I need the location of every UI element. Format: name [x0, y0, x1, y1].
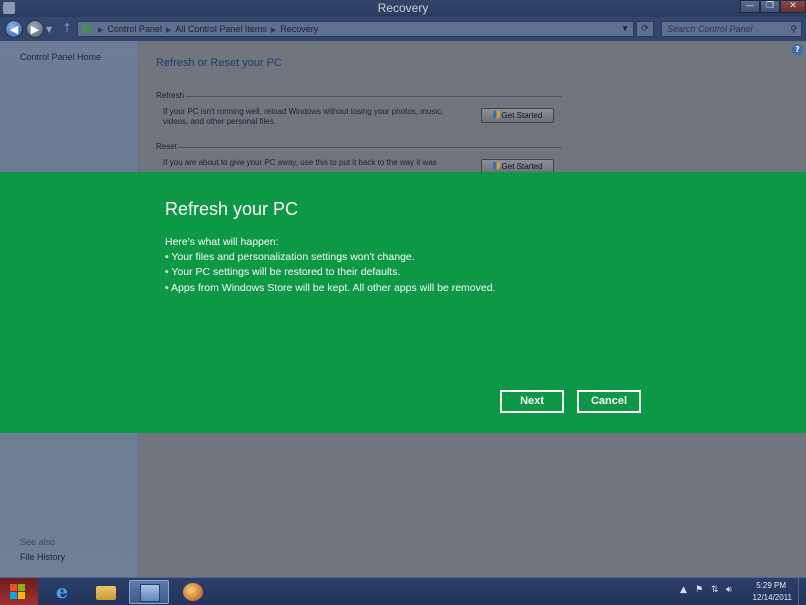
- taskbar-control-panel[interactable]: [129, 580, 169, 604]
- cancel-button[interactable]: Cancel: [577, 390, 641, 413]
- window-title: Recovery: [377, 1, 429, 15]
- action-center-flag-icon[interactable]: ⚑: [695, 585, 703, 595]
- taskbar-paint[interactable]: [173, 580, 213, 604]
- close-button[interactable]: ✕: [780, 0, 806, 13]
- search-icon[interactable]: ⚲: [790, 22, 797, 36]
- windows-logo-icon: [10, 584, 27, 600]
- breadcrumb-recovery[interactable]: Recovery: [280, 24, 318, 34]
- file-history-link[interactable]: File History: [20, 552, 65, 562]
- chevron-right-icon: ▶: [98, 27, 104, 34]
- dialog-bullet: • Your files and personalization setting…: [165, 251, 415, 263]
- breadcrumb-control-panel[interactable]: Control Panel: [107, 24, 162, 34]
- taskbar: e ▲ ⚑ ⇅ 🔊︎ 5:29 PM 12/14/2011: [0, 577, 806, 605]
- refresh-description: If your PC isn't running well, reload Wi…: [163, 107, 444, 126]
- window-controls: — ❐ ✕: [740, 0, 806, 13]
- dialog-title: Refresh your PC: [165, 199, 299, 219]
- chevron-right-icon: ▶: [165, 27, 172, 34]
- paint-icon: [183, 583, 203, 601]
- refresh-get-started-button[interactable]: Get Started: [481, 108, 554, 123]
- shield-icon: [492, 162, 500, 170]
- breadcrumb-all-items[interactable]: All Control Panel Items: [175, 24, 267, 34]
- arrow-left-icon: ◀: [9, 23, 19, 36]
- control-panel-icon: [82, 24, 91, 33]
- volume-icon[interactable]: 🔊︎: [726, 585, 732, 595]
- refresh-button[interactable]: ⟳: [636, 21, 654, 37]
- search-placeholder: Search Control Panel: [667, 24, 753, 34]
- system-tray: ▲ ⚑ ⇅ 🔊︎ 5:29 PM 12/14/2011: [676, 578, 806, 605]
- show-hidden-icons-icon[interactable]: ▲: [680, 585, 687, 595]
- dialog-intro: Here's what will happen:: [165, 236, 279, 248]
- reset-section-label: Reset: [156, 142, 177, 151]
- restore-button[interactable]: ❐: [760, 0, 780, 13]
- see-also-label: See also: [20, 537, 56, 547]
- control-panel-home-link[interactable]: Control Panel Home: [20, 52, 101, 62]
- refresh-pc-dialog: Refresh your PC Here's what will happen:…: [0, 172, 806, 433]
- taskbar-internet-explorer[interactable]: e: [42, 580, 82, 604]
- reset-description: If you are about to give your PC away, u…: [163, 158, 437, 167]
- chevron-down-icon[interactable]: ▼: [621, 22, 629, 36]
- shield-icon: [492, 111, 500, 119]
- dialog-bullet: • Apps from Windows Store will be kept. …: [165, 282, 496, 294]
- recent-pages-dropdown[interactable]: ▼: [46, 25, 52, 34]
- refresh-section-label: Refresh: [156, 91, 185, 100]
- next-button[interactable]: Next: [500, 390, 564, 413]
- section-divider: [178, 147, 562, 148]
- arrow-right-icon: ▶: [30, 23, 40, 36]
- refresh-button-label: Get Started: [501, 111, 543, 120]
- up-level-button[interactable]: ↑: [62, 21, 72, 35]
- help-icon[interactable]: ?: [792, 44, 803, 55]
- clock-date[interactable]: 12/14/2011: [753, 593, 792, 602]
- file-explorer-icon: [96, 586, 116, 600]
- show-desktop-button[interactable]: [798, 578, 806, 605]
- chevron-right-icon: ▶: [270, 27, 277, 34]
- internet-explorer-icon: e: [55, 581, 69, 603]
- search-input[interactable]: Search Control Panel ⚲: [661, 21, 802, 37]
- forward-button[interactable]: ▶: [26, 20, 44, 38]
- reset-button-label: Get Started: [501, 162, 543, 171]
- taskbar-file-explorer[interactable]: [86, 580, 126, 604]
- network-icon[interactable]: ⇅: [711, 585, 719, 595]
- clock-time[interactable]: 5:29 PM: [756, 581, 786, 590]
- minimize-button[interactable]: —: [740, 0, 760, 13]
- section-divider: [186, 96, 562, 97]
- window-title-bar[interactable]: Recovery — ❐ ✕: [0, 0, 806, 17]
- back-button[interactable]: ◀: [5, 20, 23, 38]
- address-bar[interactable]: ▶ Control Panel ▶ All Control Panel Items ▶ R…: [77, 21, 634, 37]
- page-title: Refresh or Reset your PC: [156, 57, 282, 69]
- control-panel-icon: [140, 584, 160, 602]
- dialog-bullet: • Your PC settings will be restored to t…: [165, 266, 401, 278]
- start-button[interactable]: [0, 578, 38, 605]
- navigation-bar: ◀ ▶ ▼ ↑ ▶ Control Panel ▶ All Control Panel…: [0, 17, 806, 41]
